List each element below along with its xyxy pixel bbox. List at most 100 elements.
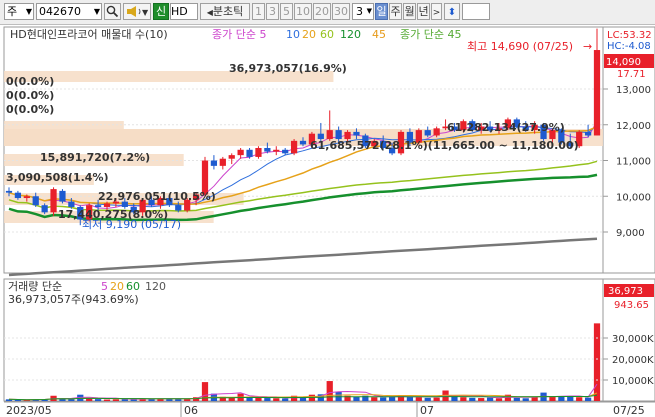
candle-body bbox=[94, 205, 102, 207]
stock-code-input[interactable]: 042670 ▼ bbox=[36, 3, 102, 20]
period-btn-30[interactable]: 30 bbox=[332, 3, 350, 20]
x-label-06: 06 bbox=[184, 404, 198, 417]
volume-bar bbox=[576, 397, 583, 401]
candle-body bbox=[353, 131, 360, 136]
volume-bar bbox=[549, 396, 556, 401]
candle-body bbox=[264, 147, 271, 152]
period-input[interactable]: 3 ▼ bbox=[352, 3, 374, 20]
volume-bar bbox=[103, 399, 111, 401]
extra-input[interactable] bbox=[462, 3, 490, 20]
tab-label: 월 bbox=[404, 5, 415, 18]
profile-label-4: 0(0.0%) bbox=[6, 103, 54, 116]
volume-bar bbox=[175, 399, 182, 401]
profile-label-9: 61,685,572(28.1%)(11,665.00 ~ 11,180.00) bbox=[310, 139, 579, 152]
period-btn-10[interactable]: 10 bbox=[294, 3, 312, 20]
volume-tick-label: 10,000K bbox=[612, 376, 654, 387]
candle-body bbox=[59, 190, 66, 202]
period-label: 5 bbox=[283, 5, 290, 18]
chevron-right-icon: > bbox=[432, 8, 441, 18]
arrow-right-icon: → bbox=[583, 40, 592, 53]
price-tick-label: 9,000 bbox=[616, 228, 645, 239]
market-select[interactable]: 주 ▼ bbox=[4, 3, 34, 20]
volume-bar bbox=[255, 397, 262, 401]
high-annotation: 최고 14,690 (07/25) bbox=[467, 40, 573, 53]
price-tick-label: 11,000 bbox=[616, 157, 651, 168]
candle-body bbox=[326, 130, 333, 140]
period-value: 3 bbox=[356, 5, 363, 18]
tab-label: 년 bbox=[418, 5, 429, 18]
candle-body bbox=[237, 149, 244, 156]
svg-text:▼: ▼ bbox=[142, 8, 149, 17]
volume-bar bbox=[522, 398, 529, 401]
volume-tick-label: 30,000K bbox=[612, 334, 654, 345]
volume-legend-item: 20 bbox=[110, 280, 124, 293]
chevron-down-icon: ▼ bbox=[93, 7, 100, 16]
up-down-arrow-icon: ⬍ bbox=[447, 7, 457, 18]
volume-bar bbox=[264, 398, 271, 401]
mode-button[interactable]: ◀분초틱 bbox=[200, 3, 250, 20]
price-tick-label: 10,000 bbox=[616, 192, 651, 203]
candle-body bbox=[50, 189, 57, 213]
mode-label: 분초틱 bbox=[212, 5, 244, 18]
price-tick-label: 12,000 bbox=[616, 121, 651, 132]
candle-body bbox=[103, 203, 111, 207]
period-btn-3[interactable]: 3 bbox=[266, 3, 279, 20]
lc-label: LC:53.32 bbox=[607, 30, 652, 41]
profile-label-7: 22,976,051(10.5%) bbox=[98, 190, 216, 203]
volume-bar bbox=[531, 397, 538, 401]
candle-body bbox=[32, 196, 39, 206]
volume-bar bbox=[353, 396, 360, 401]
candle-body bbox=[41, 205, 48, 213]
period-btn-20[interactable]: 20 bbox=[313, 3, 331, 20]
volume-tag-pct: 943.65 bbox=[614, 300, 649, 311]
market-label: 주 bbox=[7, 5, 18, 18]
stock-code-value: 042670 bbox=[39, 5, 81, 18]
low-annotation: 최저 9,190 (05/17) bbox=[82, 218, 181, 231]
tab-year[interactable]: 년 bbox=[417, 3, 430, 20]
toolbar: 주 ▼ 042670 ▼ ▼ 신 HD현 ◀분초틱 1 3 5 10 20 30… bbox=[0, 0, 655, 25]
volume-bar bbox=[406, 396, 414, 401]
candle-body bbox=[299, 140, 307, 145]
stock-chart: HD현대인프라코어 매물대 수(10) 종가 단순 5 10 20 60 120 45 종가… bbox=[3, 26, 655, 417]
candle-body bbox=[290, 140, 298, 154]
volume-bar bbox=[112, 399, 120, 401]
volume-bar bbox=[478, 398, 485, 401]
volume-bar bbox=[424, 397, 431, 401]
tab-week[interactable]: 주 bbox=[389, 3, 402, 20]
period-label: 20 bbox=[315, 5, 329, 18]
tab-day[interactable]: 일 bbox=[375, 3, 388, 20]
volume-bar bbox=[415, 397, 422, 401]
price-legend-item: 120 bbox=[340, 28, 361, 41]
speaker-icon: ▼ bbox=[127, 6, 149, 17]
volume-legend-item: 60 bbox=[126, 280, 140, 293]
candle-body bbox=[335, 130, 342, 140]
period-label: 10 bbox=[296, 5, 310, 18]
profile-label-1: 36,973,057(16.9%) bbox=[229, 62, 347, 75]
volume-bar bbox=[371, 397, 378, 401]
price-legend-item: 종가 단순 45 bbox=[400, 28, 461, 41]
short-sell-button[interactable]: 신 bbox=[153, 3, 169, 20]
search-icon bbox=[106, 5, 119, 18]
next-button[interactable]: > bbox=[431, 3, 442, 20]
candle-body bbox=[68, 201, 75, 207]
candle-body bbox=[282, 149, 289, 154]
candle-body bbox=[14, 192, 22, 199]
tab-month[interactable]: 월 bbox=[403, 3, 416, 20]
volume-bar bbox=[567, 396, 574, 401]
volume-bar bbox=[282, 398, 289, 401]
period-label: 3 bbox=[269, 5, 276, 18]
price-legend-item: 10 bbox=[286, 28, 300, 41]
period-label: 30 bbox=[334, 5, 348, 18]
search-button[interactable] bbox=[104, 3, 121, 20]
volume-bar bbox=[584, 397, 592, 401]
period-btn-1[interactable]: 1 bbox=[252, 3, 265, 20]
scroll-updown-button[interactable]: ⬍ bbox=[444, 3, 460, 20]
price-legend-item: 종가 단순 5 bbox=[212, 28, 266, 41]
volume-bar bbox=[94, 399, 102, 401]
candle-body bbox=[273, 149, 280, 152]
speaker-button[interactable]: ▼ bbox=[123, 3, 151, 20]
profile-label-6: 3,090,508(1.4%) bbox=[6, 171, 109, 184]
volume-legend: 5 20 60 120 bbox=[101, 280, 166, 293]
candle-body bbox=[424, 130, 431, 136]
period-btn-5[interactable]: 5 bbox=[280, 3, 293, 20]
